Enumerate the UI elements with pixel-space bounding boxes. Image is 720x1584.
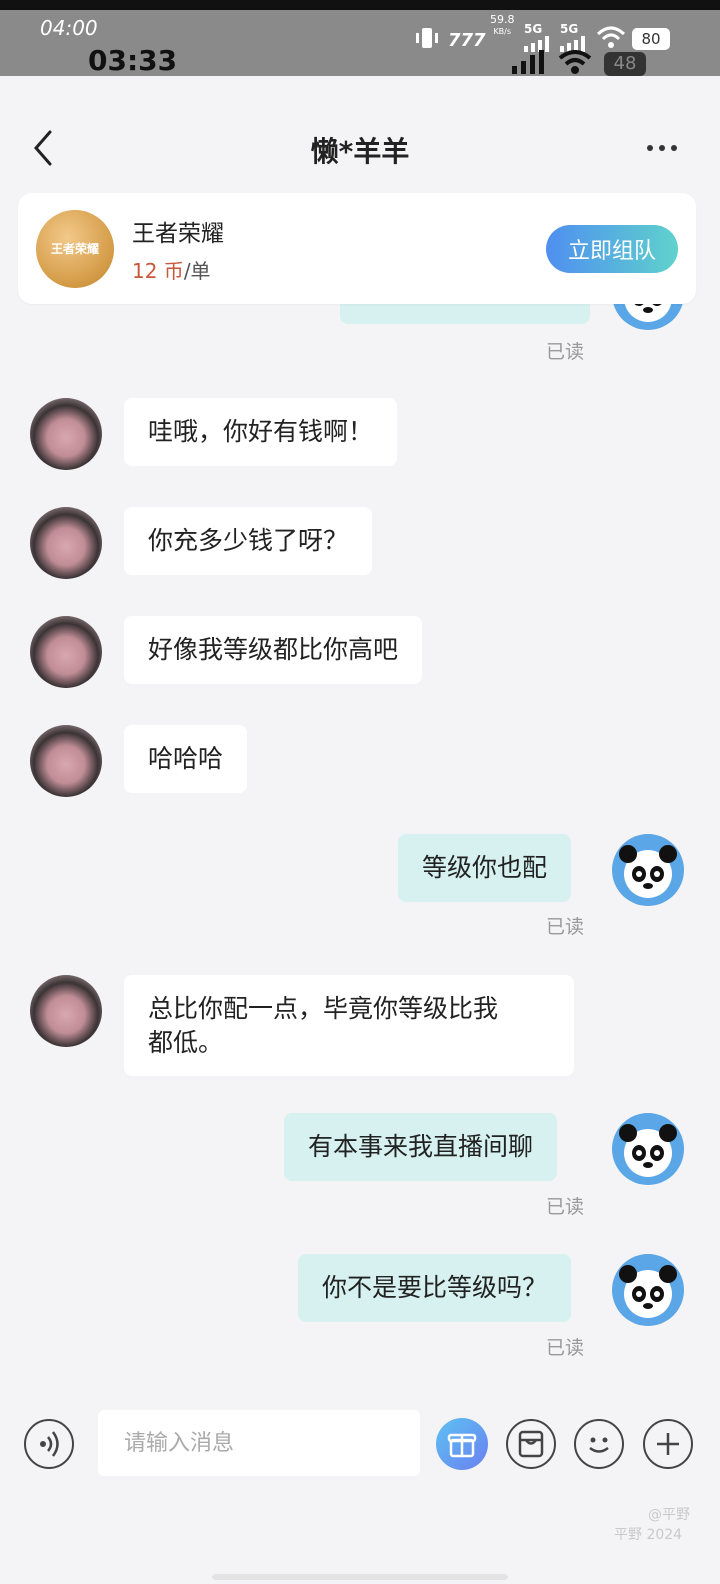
contact-avatar[interactable]: [30, 507, 102, 579]
read-receipt: 已读: [546, 916, 585, 938]
message-bubble-out: 你不是要比等级吗？: [298, 1254, 572, 1322]
read-receipt: 已读: [546, 341, 585, 363]
game-logo-text: 王者荣耀: [50, 242, 99, 256]
carrier-icon: 777: [448, 30, 486, 51]
smile-icon: [589, 1437, 609, 1453]
contact-avatar[interactable]: [30, 616, 102, 688]
signal-2-label: 5G: [560, 22, 579, 36]
game-logo: 王者荣耀: [36, 210, 114, 288]
message-text-line2: 都低。: [148, 1028, 224, 1057]
gift-icon: [447, 1433, 477, 1458]
battery-indicator: 80: [632, 28, 670, 50]
box-icon: [518, 1430, 544, 1458]
panda-icon: [619, 1124, 677, 1177]
net-speed: 59.8 KB/s: [490, 14, 515, 38]
top-edge: [0, 0, 720, 10]
plus-icon: [657, 1433, 679, 1455]
my-avatar[interactable]: [612, 1113, 684, 1185]
price-unit: /单: [183, 259, 211, 283]
message-bubble-in: 你充多少钱了呀？: [124, 507, 373, 575]
gift-button[interactable]: [436, 1418, 488, 1470]
team-up-button[interactable]: 立即组队: [546, 225, 678, 273]
net-speed-value: 59.8: [490, 13, 515, 26]
my-avatar[interactable]: [612, 834, 684, 906]
signal-1-label: 5G: [524, 22, 543, 36]
vibrate-icon: [414, 26, 440, 50]
message-bubble-in: 哈哈哈: [124, 725, 248, 793]
my-avatar[interactable]: [612, 1254, 684, 1326]
message-bubble-in: 好像我等级都比你高吧: [124, 616, 423, 684]
status-time: 03:33: [88, 44, 178, 77]
message-bubble-out: 有本事来我直播间聊: [284, 1113, 558, 1181]
more-menu-button[interactable]: [646, 140, 682, 160]
plus-button[interactable]: [643, 1419, 693, 1469]
message-bubble-out: 等级你也配: [398, 834, 572, 902]
album-button[interactable]: [506, 1419, 556, 1469]
read-receipt: 已读: [546, 1337, 585, 1359]
watermark: @平野 平野 2024: [614, 1505, 690, 1545]
wifi-icon: [596, 26, 626, 54]
net-speed-unit: KB/s: [493, 27, 512, 36]
watermark-line2: 平野 2024: [614, 1527, 683, 1543]
game-price: 12 币/单: [132, 255, 211, 284]
signal-bars-icon-2: [512, 50, 548, 78]
watermark-line1: @平野: [648, 1507, 690, 1523]
message-bubble-in: 哇哦，你好有钱啊！: [124, 398, 398, 466]
message-text-line1: 总比你配一点，毕竟你等级比我: [148, 994, 499, 1023]
contact-avatar[interactable]: [30, 975, 102, 1047]
message-input[interactable]: [98, 1410, 420, 1476]
more-dots-icon: [647, 145, 677, 151]
contact-avatar[interactable]: [30, 725, 102, 797]
contact-avatar[interactable]: [30, 398, 102, 470]
game-name: 王者荣耀: [132, 221, 224, 247]
voice-icon: [40, 1431, 59, 1457]
message-bubble-in: 总比你配一点，毕竟你等级比我 都低。: [124, 975, 574, 1076]
status-time-top: 04:00: [40, 16, 98, 40]
voice-button[interactable]: [24, 1419, 74, 1469]
emoji-button[interactable]: [574, 1419, 624, 1469]
price-value: 12 币: [132, 259, 184, 283]
wifi-icon-2: [558, 50, 592, 78]
home-indicator[interactable]: [212, 1574, 508, 1580]
panda-icon: [619, 845, 677, 898]
battery-indicator-2: 48: [604, 52, 646, 76]
page-title: 懒*羊羊: [310, 135, 410, 168]
panda-icon: [619, 1265, 677, 1318]
read-receipt: 已读: [546, 1196, 585, 1218]
